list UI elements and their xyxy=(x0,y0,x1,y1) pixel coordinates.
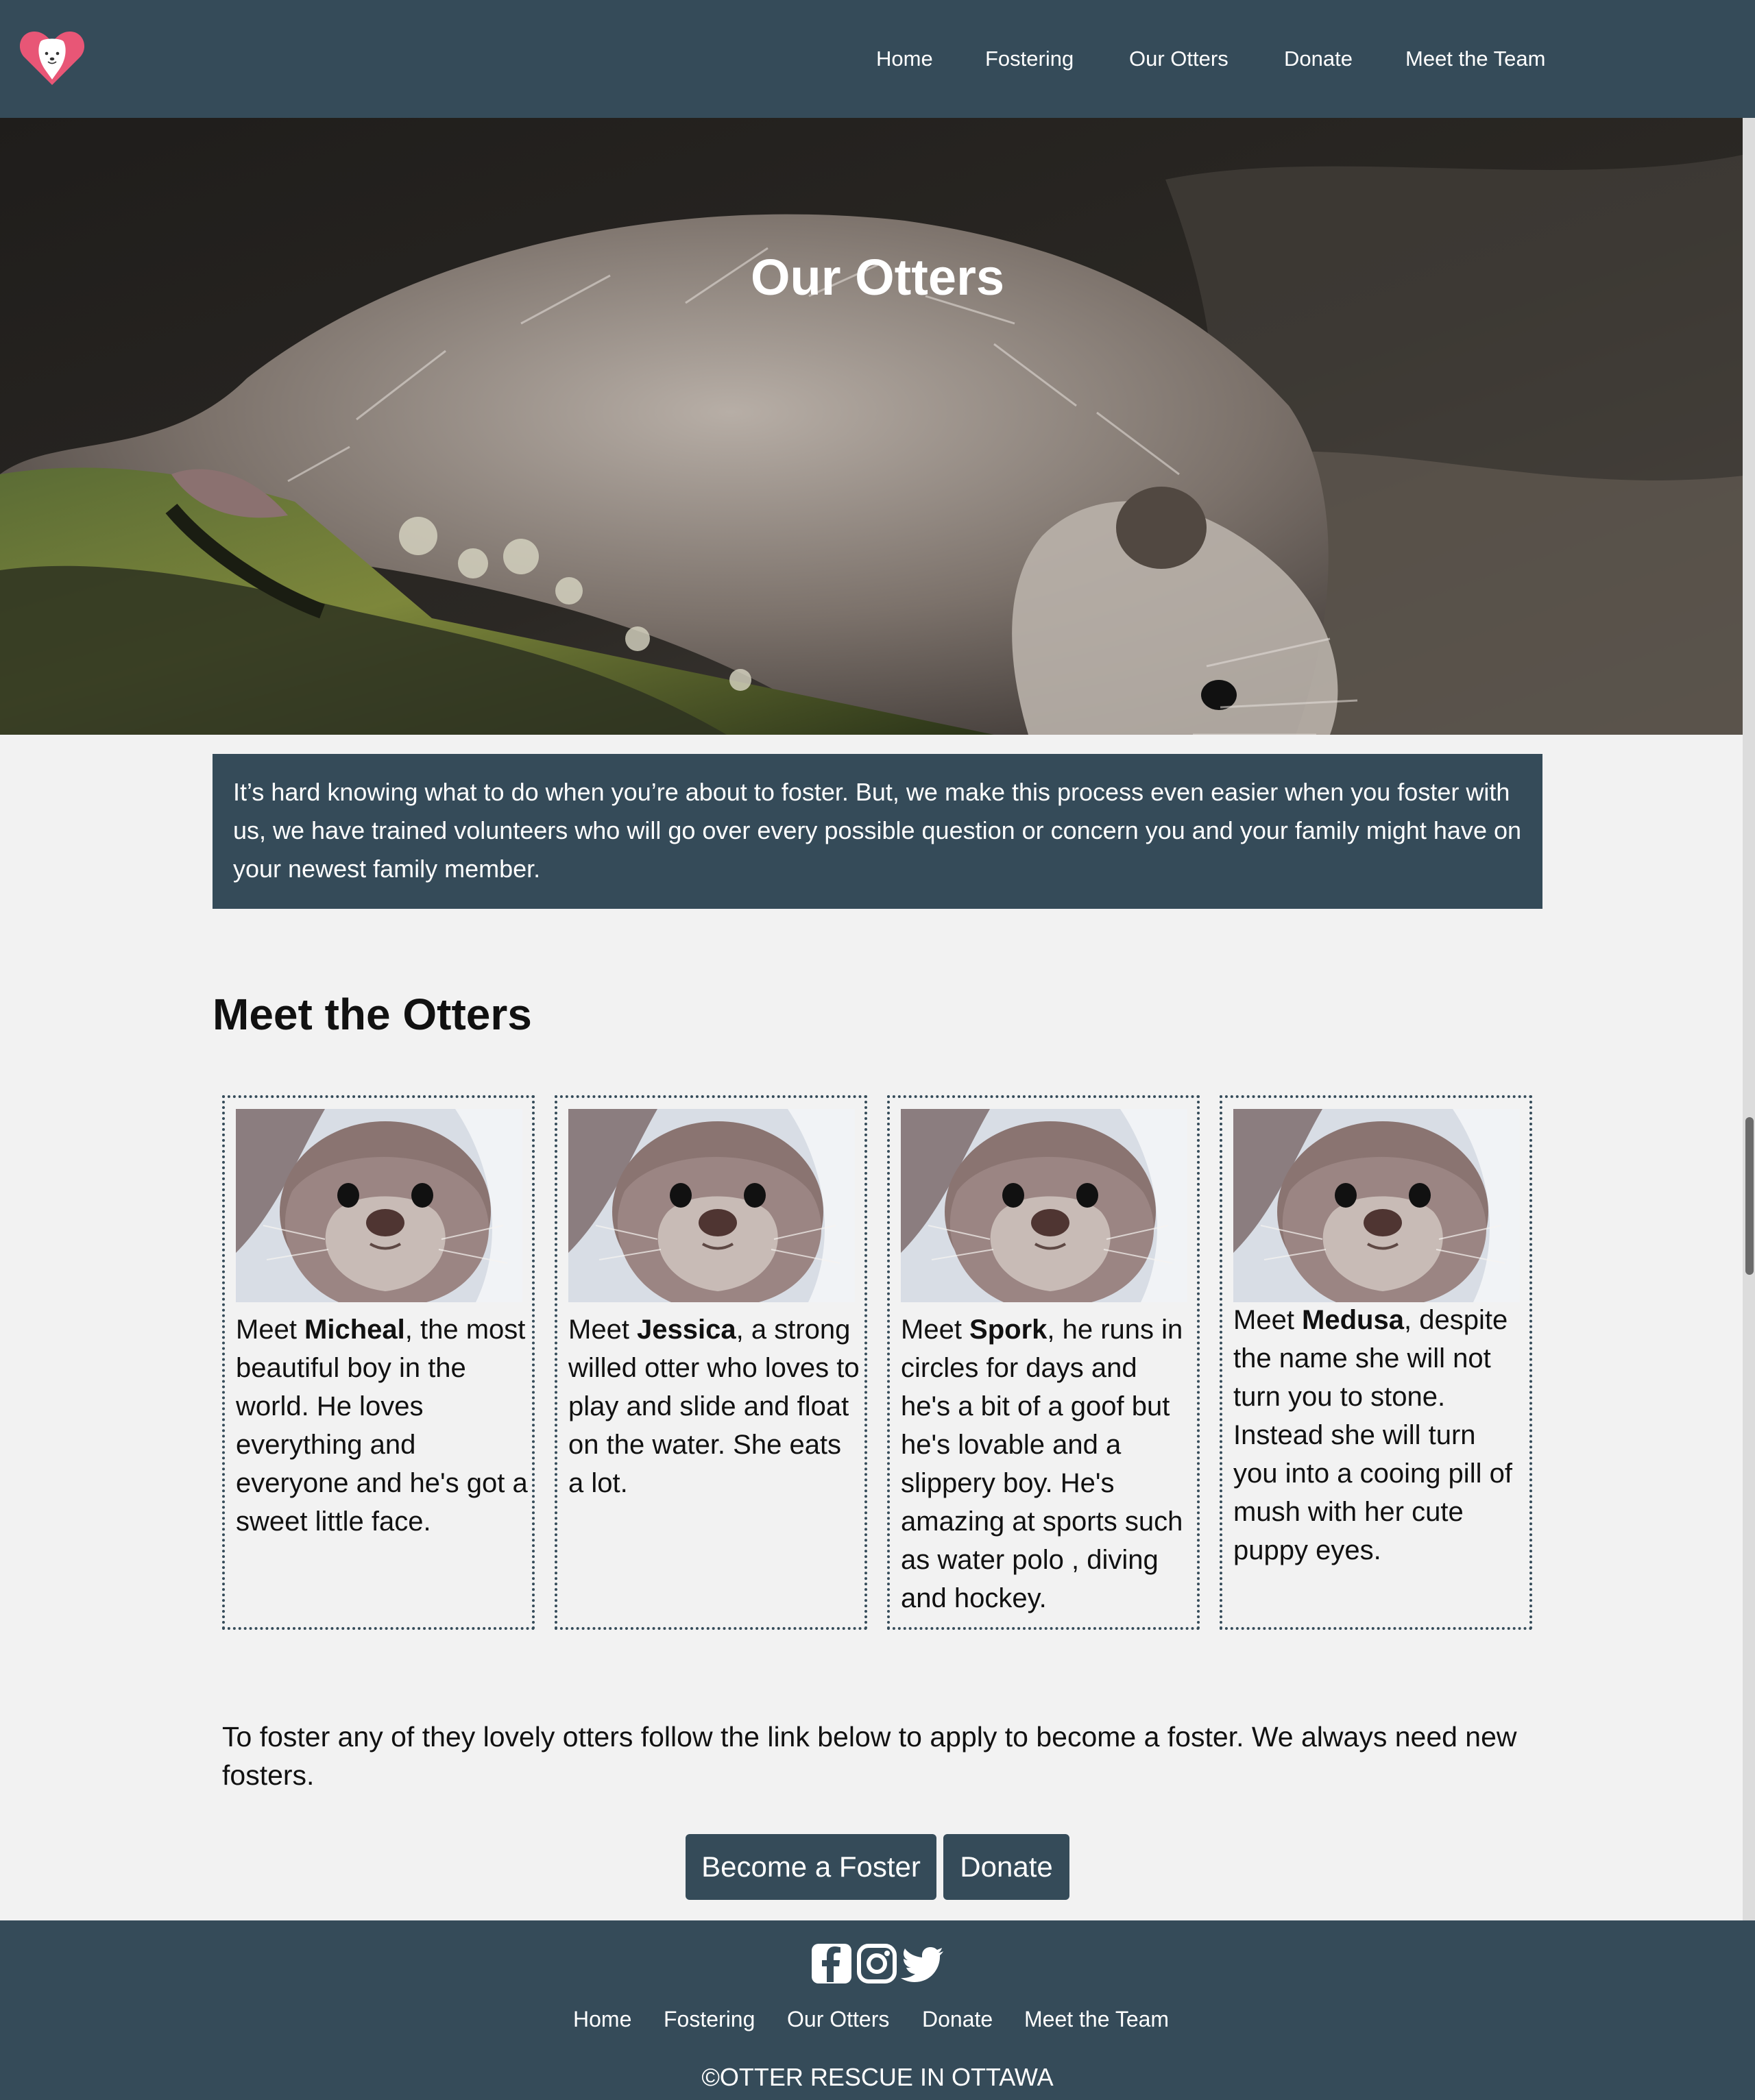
footer-link-meet-the-team[interactable]: Meet the Team xyxy=(1024,2004,1169,2034)
meet-the-otters-heading: Meet the Otters xyxy=(213,990,532,1039)
nav-link-fostering[interactable]: Fostering xyxy=(985,44,1074,74)
site-navbar: Home Fostering Our Otters Donate Meet th… xyxy=(0,0,1755,118)
hero-title: Our Otters xyxy=(750,249,1005,306)
become-foster-button[interactable]: Become a Foster xyxy=(686,1834,936,1900)
footer-link-our-otters[interactable]: Our Otters xyxy=(787,2004,889,2034)
otter-description-prefix: Meet xyxy=(1233,1305,1303,1335)
page-scrollbar-track[interactable] xyxy=(1743,118,1755,1920)
otter-name: Medusa xyxy=(1302,1305,1404,1335)
nav-link-our-otters[interactable]: Our Otters xyxy=(1129,44,1228,74)
intro-panel: It’s hard knowing what to do when you’re… xyxy=(213,754,1542,909)
otter-hero-image xyxy=(0,118,1755,735)
otter-photo xyxy=(901,1109,1187,1302)
main-nav: Home Fostering Our Otters Donate Meet th… xyxy=(0,44,1755,74)
otter-photo xyxy=(568,1109,855,1302)
otter-description-prefix: Meet xyxy=(568,1315,638,1345)
intro-text: It’s hard knowing what to do when you’re… xyxy=(233,778,1522,883)
nav-link-meet-the-team[interactable]: Meet the Team xyxy=(1405,44,1545,74)
site-footer: Home Fostering Our Otters Donate Meet th… xyxy=(0,1920,1755,2100)
otter-card-micheal: Meet Micheal, the most beautiful boy in … xyxy=(222,1095,535,1630)
footer-link-donate[interactable]: Donate xyxy=(922,2004,993,2034)
footer-link-home[interactable]: Home xyxy=(573,2004,631,2034)
otter-card-jessica: Meet Jessica, a strong willed otter who … xyxy=(555,1095,867,1630)
footer-link-fostering[interactable]: Fostering xyxy=(664,2004,755,2034)
otter-description-prefix: Meet xyxy=(901,1315,970,1345)
copyright-text: ©OTTER RESCUE IN OTTAWA xyxy=(701,2063,1054,2091)
otter-name: Jessica xyxy=(637,1315,736,1345)
otter-description-text: , the most beautiful boy in the world. H… xyxy=(236,1315,528,1537)
otter-photo xyxy=(1233,1109,1520,1302)
otter-name: Micheal xyxy=(304,1315,405,1345)
otter-description-text: , he runs in circles for days and he's a… xyxy=(901,1315,1183,1613)
otter-description: Meet Spork, he runs in circles for days … xyxy=(901,1310,1193,1617)
nav-link-donate[interactable]: Donate xyxy=(1284,44,1353,74)
otter-description-prefix: Meet xyxy=(236,1315,305,1345)
otter-description: Meet Micheal, the most beautiful boy in … xyxy=(236,1310,528,1541)
otter-description-text: , despite the name she will not turn you… xyxy=(1233,1305,1512,1565)
page-scrollbar-thumb[interactable] xyxy=(1745,1117,1754,1275)
otter-photo xyxy=(236,1109,522,1302)
our-otters-page: Home Fostering Our Otters Donate Meet th… xyxy=(0,0,1755,2100)
instagram-icon[interactable] xyxy=(856,1942,898,1985)
facebook-icon[interactable] xyxy=(810,1942,853,1985)
otter-card-medusa: Meet Medusa, despite the name she will n… xyxy=(1220,1095,1532,1630)
hero-banner: Our Otters xyxy=(0,118,1755,735)
otter-description: Meet Medusa, despite the name she will n… xyxy=(1233,1301,1525,1570)
foster-call-to-action: To foster any of they lovely otters foll… xyxy=(222,1721,1517,1791)
twitter-icon[interactable] xyxy=(901,1942,945,1985)
donate-button[interactable]: Donate xyxy=(943,1834,1069,1900)
nav-link-home[interactable]: Home xyxy=(876,44,933,74)
otter-name: Spork xyxy=(969,1315,1048,1345)
otter-card-spork: Meet Spork, he runs in circles for days … xyxy=(887,1095,1200,1630)
otter-description: Meet Jessica, a strong willed otter who … xyxy=(568,1310,860,1502)
